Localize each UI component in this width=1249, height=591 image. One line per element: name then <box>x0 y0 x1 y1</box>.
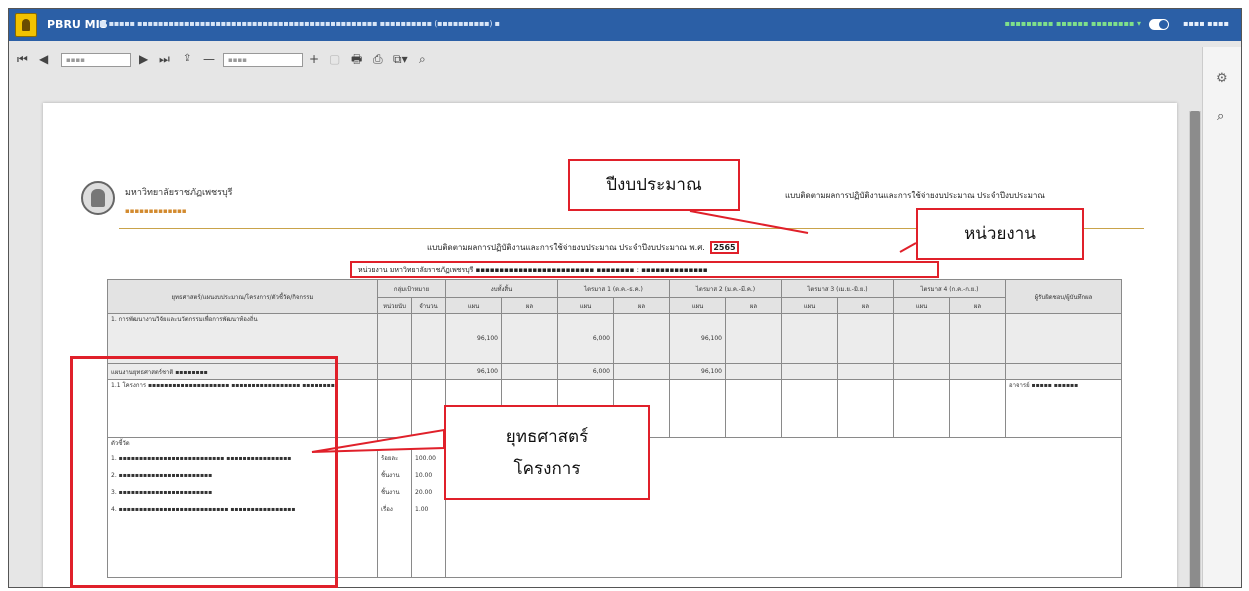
indicator-amount: 100.00 <box>415 455 436 462</box>
callout-strategy-line1: ยุทธศาสตร์ <box>505 427 589 447</box>
panel-search-icon[interactable]: ⌕ <box>1217 109 1224 124</box>
report-title: แบบติดตามผลการปฏิบัติงานและการใช้จ่ายงบป… <box>427 241 739 254</box>
sub-plan: แผน <box>893 297 950 314</box>
search-icon[interactable]: ⌕ <box>419 52 426 66</box>
callout-strategy: ยุทธศาสตร์ โครงการ <box>444 405 650 500</box>
side-panel: ⚙ ⌕ <box>1202 47 1241 587</box>
indicator-amounts: 100.00 10.00 20.00 1.00 <box>411 437 446 578</box>
sub-actual: ผล <box>613 297 670 314</box>
university-seal <box>81 181 115 215</box>
university-name: มหาวิทยาลัยราชภัฏเพชรบุรี <box>125 188 233 198</box>
row-q2: 96,100 <box>669 313 726 364</box>
table-header-row: ยุทธศาสตร์/แผนงบประมาณ/โครงการ/ตัวชี้วัด… <box>107 279 1122 314</box>
col-strategy: ยุทธศาสตร์/แผนงบประมาณ/โครงการ/ตัวชี้วัด… <box>107 279 378 314</box>
report-toolbar: ⏮ ◀ ▪▪▪▪ ▶ ⏭ ⇪ — ▪▪▪▪ + ▢ 🖶 ⎙ ⧉▾ ⌕ <box>9 47 1199 73</box>
indicator-amount: 10.00 <box>415 472 433 479</box>
user-menu[interactable]: ▪▪▪▪▪▪▪▪▪ ▪▪▪▪▪▪ ▪▪▪▪▪▪▪▪ ▾ <box>1005 19 1141 28</box>
indicator-amount: 1.00 <box>415 506 429 513</box>
row-owner: อาจารย์ ▪▪▪▪▪ ▪▪▪▪▪▪ <box>1005 379 1122 438</box>
zoom-in-button[interactable]: + <box>309 52 319 66</box>
col-target: กลุ่มเป้าหมาย <box>377 279 446 298</box>
gear-icon[interactable]: ⚙ <box>1216 71 1228 86</box>
sub-unit: หน่วยนับ <box>377 297 412 314</box>
zoom-select[interactable]: ▪▪▪▪ <box>223 53 303 67</box>
row-total: 96,100 <box>445 313 502 364</box>
sub-actual: ผล <box>725 297 782 314</box>
next-page-button[interactable]: ▶ <box>139 52 148 66</box>
print-layout-icon[interactable]: ⎙ <box>373 52 383 66</box>
indicator-unit: ชิ้นงาน <box>381 472 400 479</box>
zoom-out-button[interactable]: — <box>203 52 215 66</box>
sub-actual: ผล <box>501 297 558 314</box>
export-dropdown-icon[interactable]: ⧉▾ <box>393 52 408 66</box>
sub-actual: ผล <box>837 297 894 314</box>
report-header-right: แบบติดตามผลการปฏิบัติงานและการใช้จ่ายงบป… <box>785 191 1045 200</box>
export-icon[interactable]: ⇪ <box>183 52 191 66</box>
app-bar: PBRU MIS ■ ▪▪▪▪▪ ▪▪▪▪▪▪▪▪▪▪▪▪▪▪▪▪▪▪▪▪▪▪▪… <box>9 9 1241 41</box>
col-q1: ไตรมาส 1 (ต.ค.-ธ.ค.) <box>557 279 670 298</box>
indicator-unit: ชิ้นงาน <box>381 489 400 496</box>
row-q1: 6,000 <box>557 363 614 380</box>
indicator-unit: ร้อยละ <box>381 455 399 462</box>
callout-fiscal-year: ปีงบประมาณ <box>568 159 740 211</box>
col-q2: ไตรมาส 2 (ม.ค.-มี.ค.) <box>669 279 782 298</box>
report-title-text: แบบติดตามผลการปฏิบัติงานและการใช้จ่ายงบป… <box>427 243 705 252</box>
callout-unit: หน่วยงาน <box>916 208 1084 260</box>
university-subtitle: ▪▪▪▪▪▪▪▪▪▪▪▪▪ <box>125 207 187 215</box>
dark-mode-label: ▪▪▪▪ ▪▪▪▪ <box>1183 19 1229 28</box>
fiscal-year-value: 2565 <box>710 241 739 254</box>
callout-strategy-line2: โครงการ <box>513 459 581 479</box>
strategy-highlight-box <box>70 356 338 588</box>
col-q3: ไตรมาส 3 (เม.ย.-มิ.ย.) <box>781 279 894 298</box>
print-icon[interactable]: 🖶 <box>351 52 362 66</box>
col-total: งบทั้งสิ้น <box>445 279 558 298</box>
breadcrumb[interactable]: ■ ▪▪▪▪▪ ▪▪▪▪▪▪▪▪▪▪▪▪▪▪▪▪▪▪▪▪▪▪▪▪▪▪▪▪▪▪▪▪… <box>99 19 500 28</box>
last-page-button[interactable]: ⏭ <box>159 52 170 66</box>
sub-plan: แผน <box>445 297 502 314</box>
prev-page-button[interactable]: ◀ <box>39 52 48 66</box>
sub-plan: แผน <box>781 297 838 314</box>
scrollbar-thumb[interactable] <box>1190 111 1200 587</box>
university-logo[interactable] <box>15 13 37 37</box>
col-q4: ไตรมาส 4 (ก.ค.-ก.ย.) <box>893 279 1006 298</box>
first-page-button[interactable]: ⏮ <box>17 52 28 66</box>
row-q2: 96,100 <box>669 363 726 380</box>
dark-mode-toggle[interactable] <box>1149 19 1169 30</box>
indicator-amount: 20.00 <box>415 489 433 496</box>
row-total: 96,100 <box>445 363 502 380</box>
col-owner: ผู้รับผิดชอบ/ผู้บันทึกผล <box>1005 279 1122 314</box>
sub-plan: แผน <box>557 297 614 314</box>
sub-amount: จำนวน <box>411 297 446 314</box>
page-number-input[interactable]: ▪▪▪▪ <box>61 53 131 67</box>
indicator-unit: เรื่อง <box>381 506 393 513</box>
sub-actual: ผล <box>949 297 1006 314</box>
row-q1: 6,000 <box>557 313 614 364</box>
sub-plan: แผน <box>669 297 726 314</box>
fit-page-icon[interactable]: ▢ <box>329 52 340 66</box>
indicator-units: ร้อยละ ชิ้นงาน ชิ้นงาน เรื่อง <box>377 437 412 578</box>
unit-line: หน่วยงาน มหาวิทยาลัยราชภัฏเพชรบุรี ▪▪▪▪▪… <box>350 261 939 278</box>
